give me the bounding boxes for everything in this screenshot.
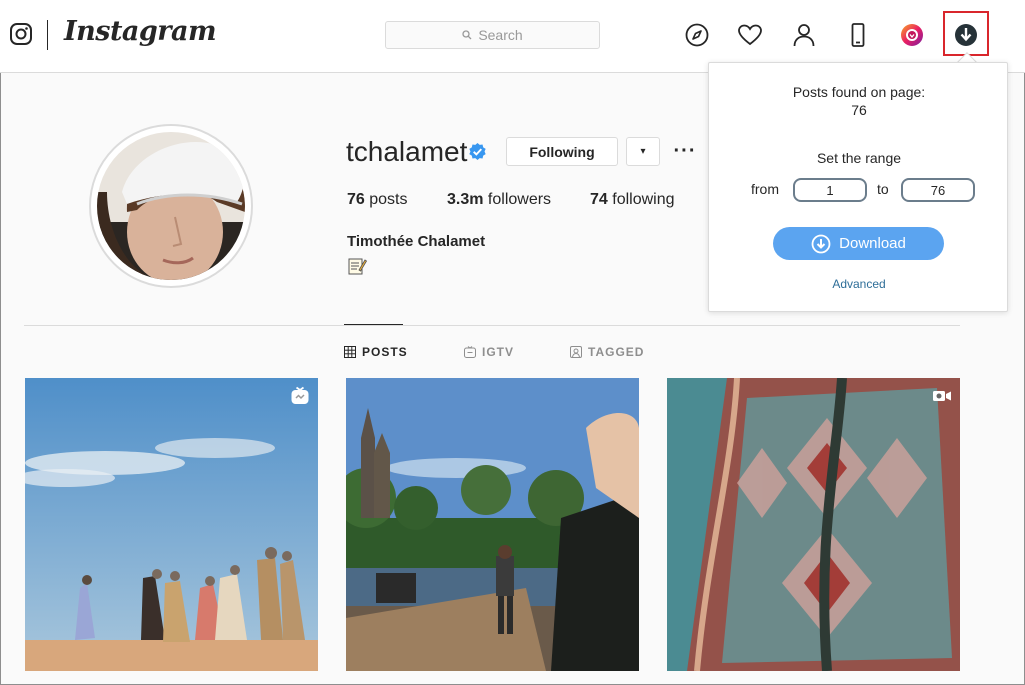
posts-found-label: Posts found on page: <box>792 84 926 100</box>
extension-highlight-box <box>943 11 989 56</box>
explore-button[interactable] <box>683 21 711 49</box>
range-from-label: from <box>751 181 779 197</box>
profile-full-name: Timothée Chalamet <box>347 233 486 250</box>
extension-gradient-icon <box>901 24 923 46</box>
heart-icon <box>738 24 762 46</box>
video-icon <box>933 391 951 401</box>
post-image-lake-dock <box>346 378 639 671</box>
downloader-popup: Posts found on page: 76 Set the range fr… <box>708 62 1008 312</box>
range-to-label: to <box>877 181 889 197</box>
tab-label: IGTV <box>482 345 515 359</box>
post-thumbnail[interactable] <box>667 378 960 671</box>
tab-label: POSTS <box>362 345 408 359</box>
instagram-glyph-icon[interactable] <box>9 22 33 46</box>
activity-button[interactable] <box>736 21 764 49</box>
post-image-woven-rug <box>667 378 960 671</box>
search-placeholder: Search <box>478 27 523 43</box>
following-button[interactable]: Following <box>506 137 618 166</box>
profile-username: tchalamet <box>346 136 468 167</box>
suggestions-dropdown-button[interactable]: ▾ <box>626 137 660 166</box>
igtv-icon <box>291 386 309 404</box>
tagged-icon <box>570 346 582 358</box>
active-tab-indicator <box>344 324 403 325</box>
profile-button[interactable] <box>790 21 818 49</box>
download-button[interactable]: Download <box>773 227 944 260</box>
tab-label: TAGGED <box>588 345 645 359</box>
nav-divider <box>47 20 48 50</box>
download-circle-icon <box>811 234 831 253</box>
post-thumbnail[interactable] <box>346 378 639 671</box>
profile-avatar-ring[interactable] <box>89 124 253 288</box>
advanced-link[interactable]: Advanced <box>709 277 1009 291</box>
tabs-divider <box>24 325 960 326</box>
stat-following[interactable]: 74 following <box>590 191 675 209</box>
posts-found-count: 76 <box>851 102 867 118</box>
post-image-beach-dancers <box>25 378 318 671</box>
tab-igtv[interactable]: IGTV <box>464 345 514 359</box>
extension-button[interactable] <box>898 21 926 49</box>
mobile-icon <box>851 23 865 47</box>
tab-posts[interactable]: POSTS <box>344 345 408 359</box>
instagram-wordmark[interactable]: Instagram <box>64 16 217 47</box>
more-options-button[interactable]: ··· <box>672 137 698 166</box>
mobile-button[interactable] <box>844 21 872 49</box>
avatar <box>97 132 245 280</box>
range-from-input[interactable] <box>793 178 867 202</box>
post-thumbnail[interactable] <box>25 378 318 671</box>
stat-posts: 76 posts <box>347 191 408 208</box>
compass-icon <box>685 23 709 47</box>
memo-emoji-icon <box>348 258 367 275</box>
search-input[interactable]: Search <box>385 21 600 49</box>
verified-badge-icon <box>469 142 486 161</box>
profile-icon <box>793 24 815 47</box>
range-title: Set the range <box>816 150 902 166</box>
search-icon <box>462 30 472 40</box>
tab-tagged[interactable]: TAGGED <box>570 345 644 359</box>
grid-icon <box>344 346 356 358</box>
range-to-input[interactable] <box>901 178 975 202</box>
igtv-icon <box>464 346 476 358</box>
stat-followers[interactable]: 3.3m followers <box>447 191 551 209</box>
download-button-label: Download <box>839 235 906 252</box>
